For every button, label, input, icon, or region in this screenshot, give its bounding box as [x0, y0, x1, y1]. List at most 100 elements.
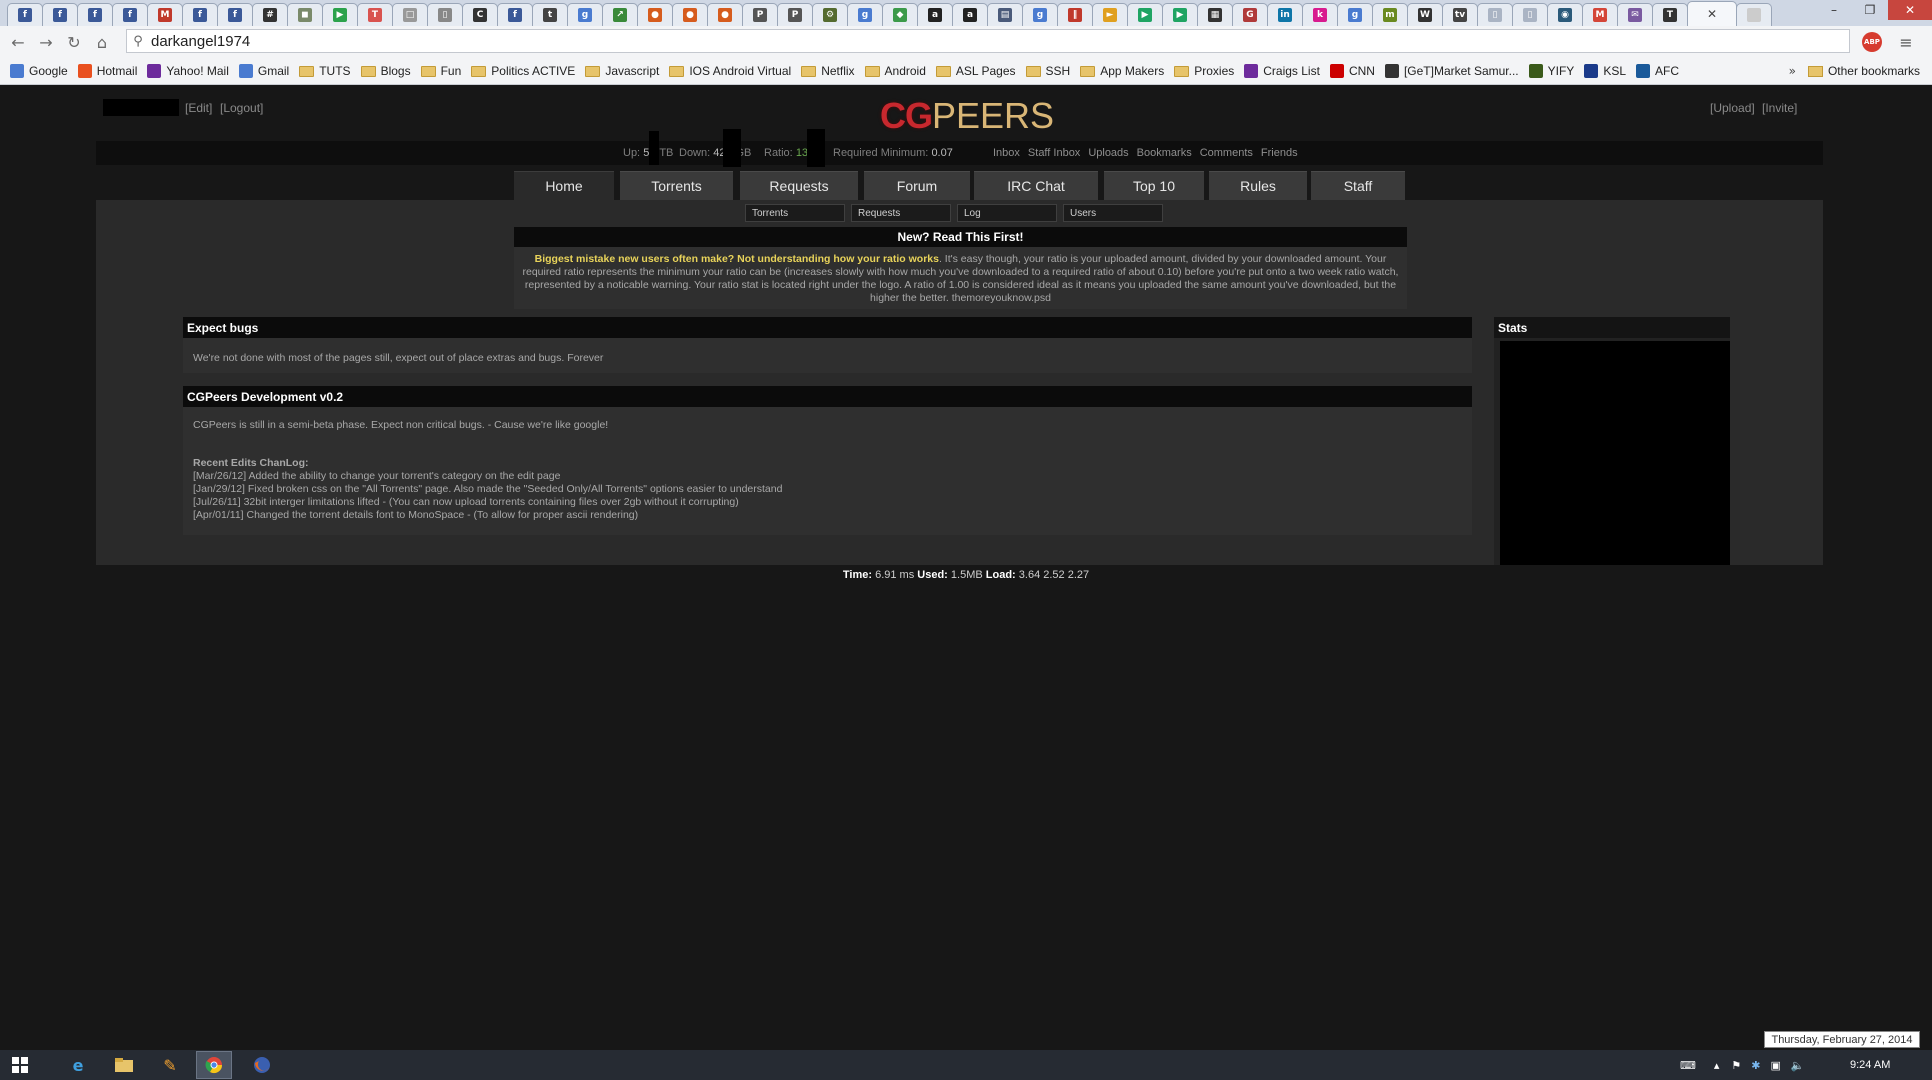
- browser-tab[interactable]: ▦: [1197, 3, 1233, 26]
- browser-tab[interactable]: P: [777, 3, 813, 26]
- browser-tab[interactable]: ▯: [427, 3, 463, 26]
- browser-tab[interactable]: T: [1652, 3, 1688, 26]
- browser-tab[interactable]: #: [252, 3, 288, 26]
- address-bar[interactable]: ⚲: [126, 29, 1850, 53]
- back-icon[interactable]: ←: [4, 28, 32, 56]
- home-icon[interactable]: ⌂: [88, 28, 116, 56]
- browser-tab[interactable]: ⚙: [812, 3, 848, 26]
- browser-tab[interactable]: T: [357, 3, 393, 26]
- volume-icon[interactable]: 🔈: [1791, 1059, 1805, 1072]
- browser-tab[interactable]: ◼: [287, 3, 323, 26]
- close-window-button[interactable]: ✕: [1888, 0, 1932, 20]
- browser-tab[interactable]: ▶: [1127, 3, 1163, 26]
- browser-tab[interactable]: g: [847, 3, 883, 26]
- reload-icon[interactable]: ↻: [60, 28, 88, 56]
- browser-tab[interactable]: ●: [707, 3, 743, 26]
- bookmark-item[interactable]: Hotmail: [77, 64, 137, 78]
- user-link-staff-inbox[interactable]: Staff Inbox: [1028, 147, 1080, 159]
- user-link-friends[interactable]: Friends: [1261, 147, 1298, 159]
- browser-tab[interactable]: f: [497, 3, 533, 26]
- forward-icon[interactable]: →: [32, 28, 60, 56]
- user-link-bookmarks[interactable]: Bookmarks: [1137, 147, 1192, 159]
- nav-tab-rules[interactable]: Rules: [1209, 171, 1307, 200]
- browser-tab[interactable]: f: [182, 3, 218, 26]
- clock[interactable]: 9:24 AM: [1850, 1059, 1890, 1071]
- bookmark-item[interactable]: ASL Pages: [935, 64, 1016, 78]
- bookmark-item[interactable]: AFC: [1636, 64, 1679, 78]
- browser-tab[interactable]: P: [742, 3, 778, 26]
- edit-link[interactable]: [Edit]: [185, 101, 212, 115]
- nav-tab-torrents[interactable]: Torrents: [620, 171, 733, 200]
- browser-tab[interactable]: a: [917, 3, 953, 26]
- browser-tab[interactable]: ►: [1092, 3, 1128, 26]
- adblock-icon[interactable]: ABP: [1862, 32, 1882, 52]
- browser-tab[interactable]: M: [1582, 3, 1618, 26]
- browser-tab[interactable]: ◆: [882, 3, 918, 26]
- bookmark-item[interactable]: Google: [10, 64, 68, 78]
- bookmark-item[interactable]: Yahoo! Mail: [147, 64, 229, 78]
- url-input[interactable]: [149, 31, 1849, 51]
- browser-tab[interactable]: m: [1372, 3, 1408, 26]
- bookmark-item[interactable]: Craigs List: [1244, 64, 1320, 78]
- tray-expand-icon[interactable]: ▴: [1714, 1059, 1720, 1072]
- bluetooth-icon[interactable]: ✱: [1751, 1059, 1760, 1072]
- bookmark-item[interactable]: SSH: [1025, 64, 1070, 78]
- browser-tab[interactable]: ▶: [1162, 3, 1198, 26]
- start-icon[interactable]: [10, 1055, 30, 1075]
- bookmark-item[interactable]: Android: [864, 64, 926, 78]
- browser-tab[interactable]: tv: [1442, 3, 1478, 26]
- browser-tab[interactable]: ▯: [1512, 3, 1548, 26]
- browser-tab[interactable]: f: [7, 3, 43, 26]
- browser-tab[interactable]: t: [532, 3, 568, 26]
- browser-tab[interactable]: ●: [672, 3, 708, 26]
- browser-tab[interactable]: ▶: [322, 3, 358, 26]
- active-browser-tab[interactable]: ✕: [1687, 1, 1737, 26]
- minimize-button[interactable]: –: [1816, 0, 1852, 20]
- bookmark-item[interactable]: TUTS: [299, 64, 351, 78]
- site-logo[interactable]: CG PEERS: [880, 94, 1054, 138]
- bookmarks-overflow-button[interactable]: »: [1789, 58, 1796, 84]
- chrome-icon[interactable]: [196, 1051, 232, 1079]
- bookmark-item[interactable]: Proxies: [1174, 64, 1234, 78]
- browser-tab[interactable]: f: [217, 3, 253, 26]
- browser-tab[interactable]: ▤: [987, 3, 1023, 26]
- bookmark-item[interactable]: Fun: [420, 64, 461, 78]
- search-field-torrents[interactable]: Torrents: [745, 204, 845, 222]
- browser-tab[interactable]: M: [147, 3, 183, 26]
- user-link-inbox[interactable]: Inbox: [993, 147, 1020, 159]
- keyboard-icon[interactable]: ⌨: [1680, 1059, 1696, 1072]
- bookmark-item[interactable]: [GeT]Market Samur...: [1384, 64, 1519, 78]
- browser-tab[interactable]: ↗: [602, 3, 638, 26]
- browser-tab[interactable]: g: [1337, 3, 1373, 26]
- other-bookmarks[interactable]: Other bookmarks: [1807, 58, 1920, 84]
- nav-tab-irc-chat[interactable]: IRC Chat: [974, 171, 1098, 200]
- nav-tab-home[interactable]: Home: [514, 171, 614, 200]
- upload-link[interactable]: [Upload]: [1710, 101, 1755, 115]
- browser-tab[interactable]: G: [1232, 3, 1268, 26]
- bookmark-item[interactable]: Blogs: [360, 64, 411, 78]
- bookmark-item[interactable]: Politics ACTIVE: [471, 64, 575, 78]
- user-link-uploads[interactable]: Uploads: [1088, 147, 1128, 159]
- browser-tab[interactable]: f: [77, 3, 113, 26]
- app-icon[interactable]: ✎: [160, 1055, 180, 1075]
- browser-tab[interactable]: a: [952, 3, 988, 26]
- browser-tab[interactable]: W: [1407, 3, 1443, 26]
- browser-tab[interactable]: □: [392, 3, 428, 26]
- close-tab-icon[interactable]: ✕: [1707, 7, 1717, 21]
- browser-tab[interactable]: k: [1302, 3, 1338, 26]
- bookmark-item[interactable]: IOS Android Virtual: [669, 64, 791, 78]
- browser-tab[interactable]: f: [112, 3, 148, 26]
- flag-icon[interactable]: ⚑: [1731, 1059, 1741, 1072]
- search-field-requests[interactable]: Requests: [851, 204, 951, 222]
- bookmark-item[interactable]: KSL: [1584, 64, 1626, 78]
- file-explorer-icon[interactable]: [114, 1055, 134, 1075]
- bookmark-item[interactable]: YIFY: [1528, 64, 1574, 78]
- network-icon[interactable]: ▣: [1771, 1059, 1781, 1072]
- browser-tab[interactable]: ✉: [1617, 3, 1653, 26]
- internet-explorer-icon[interactable]: e: [68, 1055, 88, 1075]
- search-field-users[interactable]: Users: [1063, 204, 1163, 222]
- menu-icon[interactable]: ≡: [1894, 30, 1918, 54]
- browser-tab[interactable]: C: [462, 3, 498, 26]
- browser-tab[interactable]: ●: [637, 3, 673, 26]
- bookmark-item[interactable]: Gmail: [238, 64, 289, 78]
